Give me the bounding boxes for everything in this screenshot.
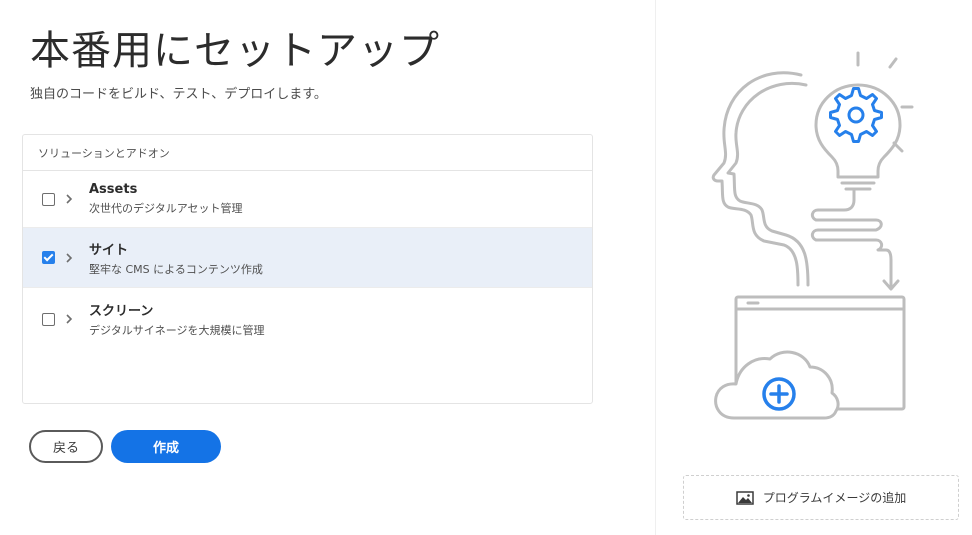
solutions-heading: ソリューションとアドオン [23, 135, 592, 171]
assets-checkbox[interactable] [42, 192, 55, 206]
head-profile-outline [711, 71, 803, 287]
page-subtitle: 独自のコードをビルド、テスト、デプロイします。 [30, 87, 327, 102]
image-icon [736, 490, 754, 505]
solution-description: 次世代のデジタルアセット管理 [89, 202, 243, 215]
gear-icon [829, 87, 883, 143]
create-button[interactable]: 作成 [111, 430, 221, 463]
solutions-panel: ソリューションとアドオン Assets 次世代のデジタルアセット管理 サイト 堅… [22, 134, 593, 404]
illustration-panel: プログラムイメージの追加 [655, 0, 972, 535]
sites-checkbox[interactable] [42, 251, 55, 264]
solution-title: スクリーン [89, 304, 154, 319]
head-profile-inner [726, 82, 810, 287]
page-title: 本番用にセットアップ [30, 28, 440, 74]
chevron-right-icon[interactable] [63, 313, 75, 325]
chevron-right-icon[interactable] [63, 193, 75, 205]
main-panel: 本番用にセットアップ 独自のコードをビルド、テスト、デプロイします。 ソリューシ… [0, 0, 655, 535]
add-image-label: プログラムイメージの追加 [762, 491, 907, 505]
chevron-right-icon[interactable] [63, 252, 75, 264]
solution-title: サイト [89, 242, 129, 258]
solution-row-screens[interactable]: スクリーン デジタルサイネージを大規模に管理 [23, 288, 592, 350]
connector-wire [810, 189, 893, 289]
program-illustration [711, 51, 914, 420]
add-program-image-button[interactable]: プログラムイメージの追加 [683, 475, 959, 520]
solution-row-sites[interactable]: サイト 堅牢な CMS によるコンテンツ作成 [23, 228, 592, 288]
solution-row-assets[interactable]: Assets 次世代のデジタルアセット管理 [23, 171, 592, 228]
solution-title: Assets [89, 182, 138, 197]
solution-description: 堅牢な CMS によるコンテンツ作成 [89, 262, 263, 276]
back-button[interactable]: 戻る [29, 430, 103, 463]
screens-checkbox[interactable] [42, 312, 55, 326]
solution-description: デジタルサイネージを大規模に管理 [89, 324, 265, 337]
